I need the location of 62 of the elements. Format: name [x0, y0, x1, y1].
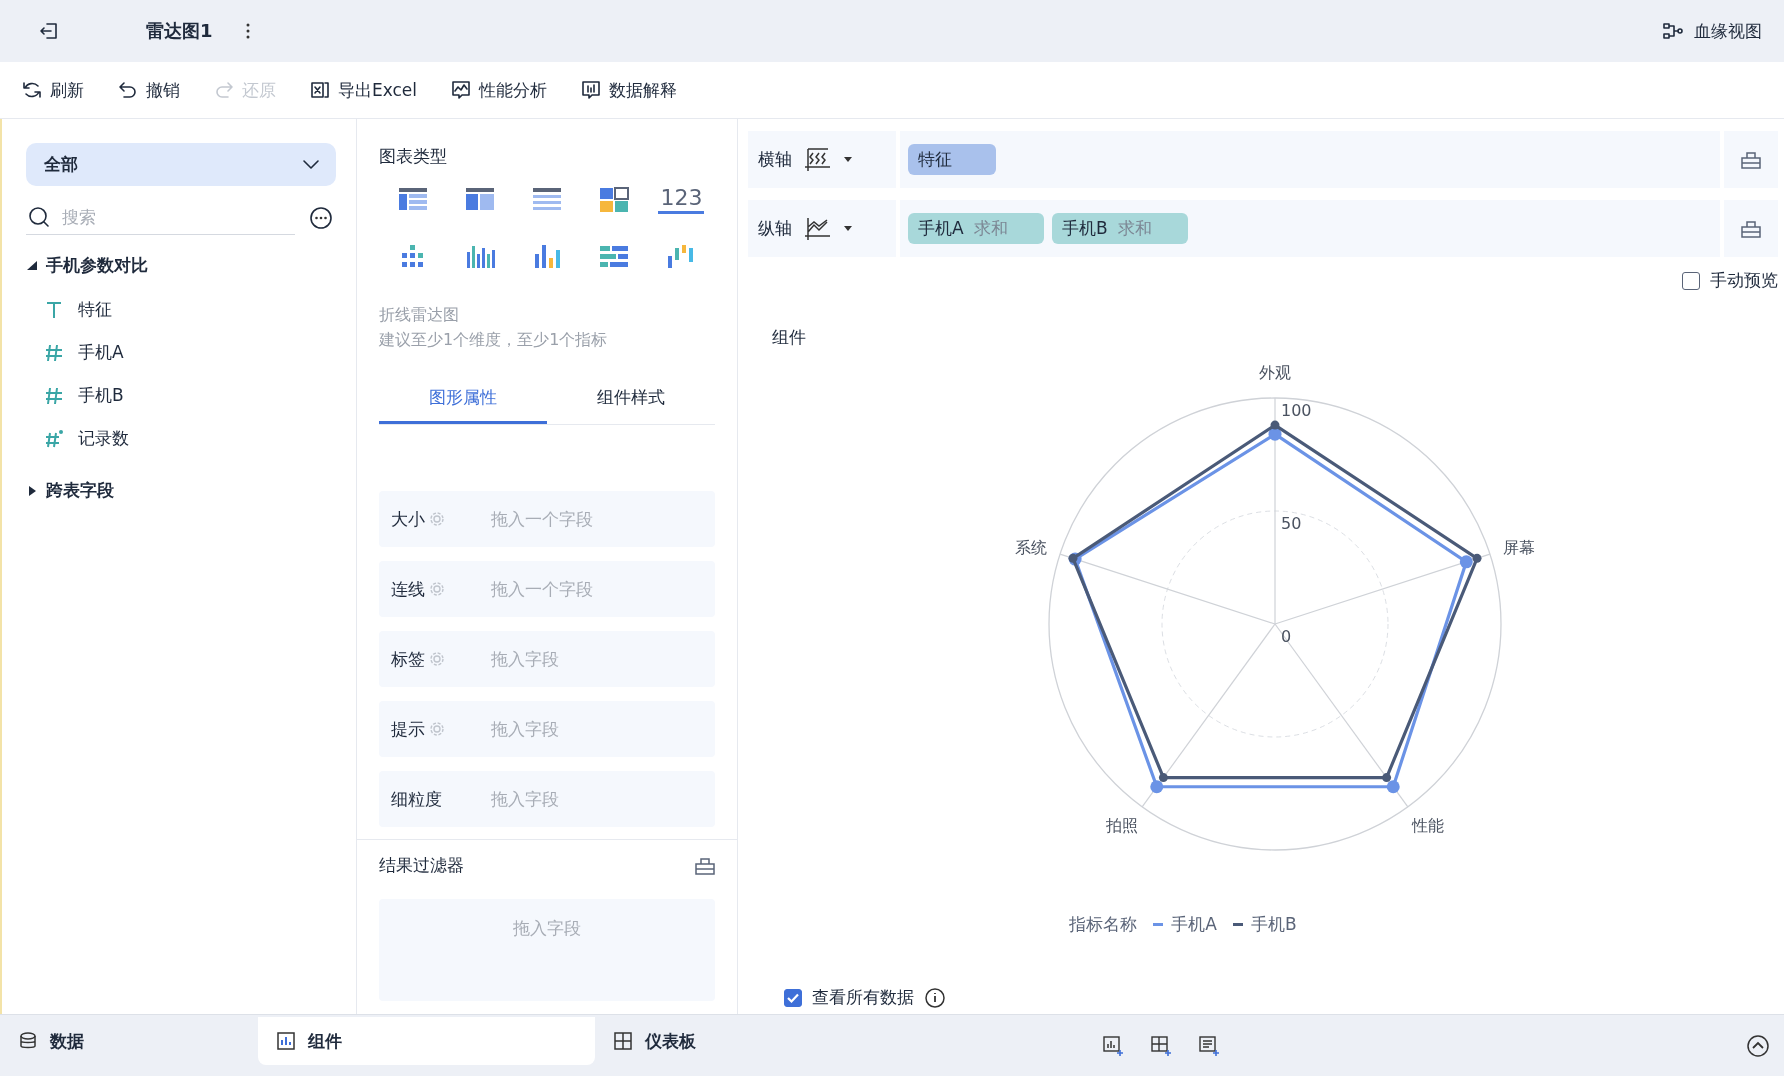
- property-label: 提示: [391, 717, 425, 741]
- axis-category-label: 系统: [1015, 538, 1048, 558]
- field-pill[interactable]: 手机B 求和: [1052, 213, 1188, 244]
- window-title: 雷达图1: [145, 19, 213, 43]
- field-item[interactable]: 特征: [78, 298, 112, 321]
- tree-group-label[interactable]: 手机参数对比: [46, 254, 148, 277]
- section-title: 结果过滤器: [379, 854, 464, 877]
- property-label: 标签: [391, 647, 425, 671]
- toolbar-button[interactable]: 数据解释: [571, 72, 688, 108]
- axis-drop-zone[interactable]: 特征: [900, 131, 1720, 188]
- chart-type-hint: 建议至少1个维度，至少1个指标: [379, 329, 609, 351]
- drop-placeholder: 拖入一个字段: [491, 577, 593, 601]
- bottom-tab[interactable]: 仪表板: [595, 1017, 853, 1065]
- axis-category-label: 外观: [1259, 363, 1291, 382]
- field-item[interactable]: 记录数: [78, 427, 129, 450]
- tab[interactable]: 图形属性: [379, 374, 547, 424]
- search-field[interactable]: 搜索: [60, 206, 264, 228]
- tab[interactable]: 组件样式: [547, 374, 715, 424]
- drop-placeholder: 拖入字段: [513, 917, 581, 940]
- drop-placeholder: 拖入字段: [491, 717, 559, 741]
- chart-title: 组件: [772, 326, 806, 349]
- property-label: 大小: [391, 507, 425, 531]
- drop-zone[interactable]: 提示 拖入字段: [379, 701, 715, 757]
- dataset-dropdown[interactable]: 全部: [26, 143, 336, 186]
- drop-zone[interactable]: 标签 拖入字段: [379, 631, 715, 687]
- drop-placeholder: 拖入字段: [491, 647, 559, 671]
- checkbox-label: 查看所有数据: [812, 986, 914, 1009]
- axis-label: 横轴: [758, 148, 792, 171]
- axis-label: 纵轴: [758, 217, 792, 240]
- section-title: 图表类型: [379, 145, 448, 168]
- bottom-tab[interactable]: 数据: [0, 1017, 258, 1065]
- tick-label: 0: [1281, 627, 1292, 646]
- drop-zone[interactable]: 连线 拖入一个字段: [379, 561, 715, 617]
- legend-label[interactable]: 手机B: [1251, 913, 1297, 936]
- tick-label: 50: [1281, 514, 1302, 533]
- axis-category-label: 屏幕: [1502, 538, 1535, 558]
- tick-label: 100: [1281, 401, 1312, 420]
- tree-group-label[interactable]: 跨表字段: [46, 479, 114, 502]
- drop-placeholder: 拖入一个字段: [491, 507, 593, 531]
- property-label: 细粒度: [391, 787, 442, 811]
- axis-drop-zone[interactable]: 手机A 求和 手机B 求和: [900, 200, 1720, 257]
- chart-type-button[interactable]: 123: [658, 184, 705, 214]
- property-label: 连线: [391, 577, 425, 601]
- drop-zone[interactable]: 大小 拖入一个字段: [379, 491, 715, 547]
- toolbar-button[interactable]: 刷新: [12, 72, 94, 108]
- legend-title: 指标名称: [1069, 913, 1138, 936]
- toolbar-button[interactable]: 性能分析: [441, 72, 558, 108]
- legend-label[interactable]: 手机A: [1171, 913, 1217, 936]
- drop-zone[interactable]: 细粒度 拖入字段: [379, 771, 715, 827]
- field-item[interactable]: 手机A: [78, 341, 124, 364]
- lineage-button[interactable]: 血缘视图: [1650, 13, 1774, 49]
- field-pill[interactable]: 特征: [908, 144, 996, 175]
- drop-placeholder: 拖入字段: [491, 787, 559, 811]
- field-item[interactable]: 手机B: [78, 384, 124, 407]
- bottom-tab[interactable]: 组件: [258, 1017, 595, 1065]
- toolbar-button[interactable]: 导出Excel: [300, 72, 428, 108]
- field-pill[interactable]: 手机A 求和: [908, 213, 1044, 244]
- axis-category-label: 拍照: [1106, 815, 1139, 835]
- toolbar-button[interactable]: 撤销: [108, 72, 190, 108]
- axis-category-label: 性能: [1411, 815, 1444, 835]
- chart-type-name: 折线雷达图: [379, 304, 460, 326]
- checkbox-label: 手动预览: [1710, 269, 1778, 292]
